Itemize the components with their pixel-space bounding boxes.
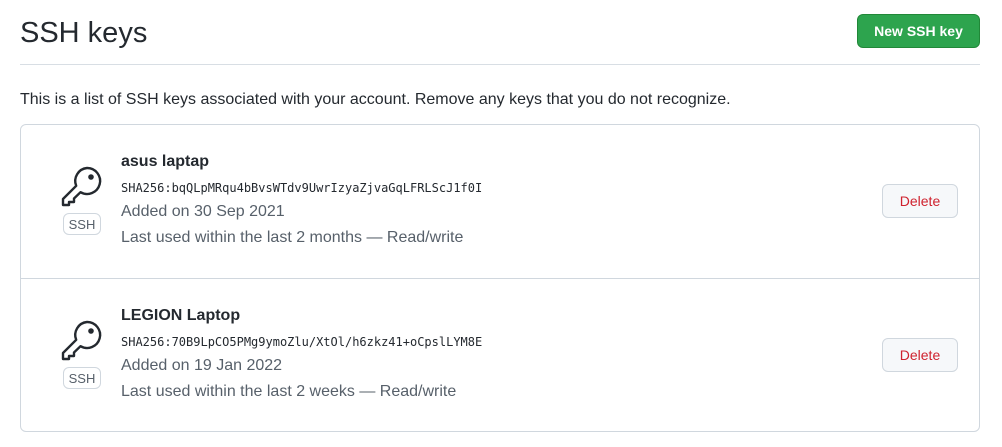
ssh-badge: SSH (63, 367, 101, 389)
ssh-badge: SSH (63, 213, 101, 235)
key-last-used: Last used within the last 2 months — Rea… (121, 229, 464, 246)
intro-text: This is a list of SSH keys associated wi… (20, 91, 731, 108)
delete-key-button[interactable]: Delete (882, 184, 958, 218)
key-info: asus laptap SHA256:bqQLpMRqu4bBvsWTdv9Uw… (121, 151, 482, 249)
key-icon (61, 320, 102, 361)
key-last-used: Last used within the last 2 weeks — Read… (121, 383, 457, 400)
page-title: SSH keys (20, 17, 148, 49)
delete-key-button[interactable]: Delete (882, 338, 958, 372)
key-added-date: Added on 30 Sep 2021 (121, 203, 285, 220)
key-title: asus laptap (121, 153, 210, 170)
page-header: SSH keys New SSH key (20, 0, 980, 65)
key-icon (61, 166, 102, 207)
key-title: LEGION Laptop (121, 307, 241, 324)
new-ssh-key-button[interactable]: New SSH key (857, 14, 980, 48)
key-added-date: Added on 19 Jan 2022 (121, 357, 283, 374)
ssh-key-item: SSH LEGION Laptop SHA256:70B9LpCO5PMg9ym… (21, 278, 979, 431)
key-fingerprint: SHA256:bqQLpMRqu4bBvsWTdv9UwrIzyaZjvaGqL… (121, 181, 483, 195)
ssh-key-list: SSH asus laptap SHA256:bqQLpMRqu4bBvsWTd… (20, 124, 980, 432)
key-fingerprint: SHA256:70B9LpCO5PMg9ymoZlu/XtOl/h6zkz41+… (121, 335, 483, 349)
key-icon-column: SSH (59, 317, 105, 389)
key-info: LEGION Laptop SHA256:70B9LpCO5PMg9ymoZlu… (121, 305, 482, 403)
ssh-keys-page: SSH keys New SSH key This is a list of S… (0, 0, 1002, 447)
ssh-key-item: SSH asus laptap SHA256:bqQLpMRqu4bBvsWTd… (21, 125, 979, 278)
key-icon-column: SSH (59, 163, 105, 235)
